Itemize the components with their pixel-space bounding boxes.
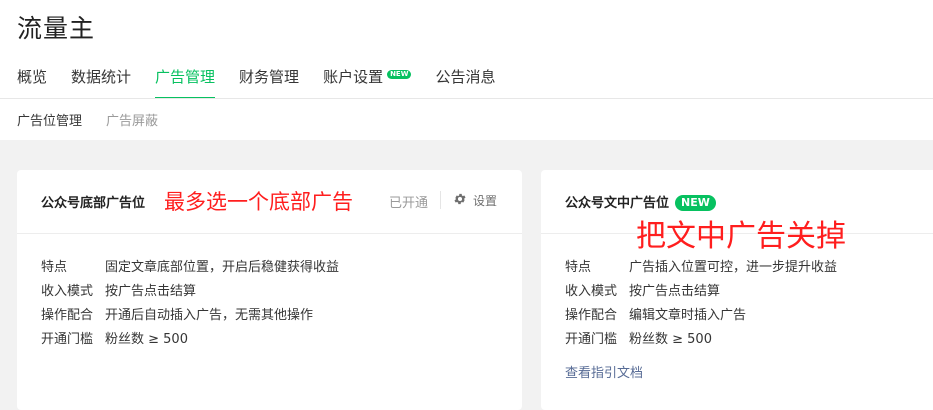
row-key: 开通门槛 — [565, 332, 618, 347]
card-inline-ad-slot: 公众号文中广告位 NEW 把文中广告关掉 特点 广告插入位置可控，进一步提升收益 收… — [541, 170, 933, 410]
annotation-text: 把文中广告关掉 — [636, 219, 846, 254]
row-value: 按广告点击结算 — [629, 284, 721, 299]
tab-ad-management[interactable]: 广告管理 — [155, 66, 216, 99]
subtab-ad-slots[interactable]: 广告位管理 — [17, 110, 82, 129]
guide-doc-link[interactable]: 查看指引文档 — [565, 362, 643, 381]
header-area: 流量主 概览 数据统计 广告管理 财务管理 账户设置 NEW 公告消息 广告位管理… — [0, 0, 933, 140]
tab-finance[interactable]: 财务管理 — [239, 66, 299, 99]
tab-label: 财务管理 — [239, 68, 300, 86]
list-item: 开通门槛 粉丝数 ≥ 500 — [41, 330, 339, 354]
row-value: 广告插入位置可控，进一步提升收益 — [629, 260, 838, 275]
row-key: 收入模式 — [565, 284, 618, 299]
row-key: 开通门槛 — [41, 332, 94, 347]
list-item: 收入模式 按广告点击结算 — [565, 282, 837, 306]
divider — [0, 98, 933, 99]
tab-data-stats[interactable]: 数据统计 — [71, 66, 131, 99]
row-value: 粉丝数 ≥ 500 — [105, 332, 188, 347]
list-item: 特点 固定文章底部位置，开启后稳健获得收益 — [41, 258, 339, 282]
main-nav: 概览 数据统计 广告管理 财务管理 账户设置 NEW 公告消息 — [17, 66, 519, 99]
new-badge: NEW — [387, 70, 412, 79]
settings-button[interactable]: 设置 — [453, 192, 497, 209]
card-title: 公众号底部广告位 — [41, 196, 146, 211]
row-value: 编辑文章时插入广告 — [629, 308, 747, 323]
tab-label: 公告消息 — [435, 68, 496, 86]
row-value: 固定文章底部位置，开启后稳健获得收益 — [105, 260, 340, 275]
tab-label: 数据统计 — [71, 68, 132, 86]
row-key: 收入模式 — [41, 284, 94, 299]
row-key: 特点 — [565, 260, 592, 275]
card-title: 公众号文中广告位 NEW — [565, 192, 716, 211]
list-item: 特点 广告插入位置可控，进一步提升收益 — [565, 258, 837, 282]
subtab-ad-block[interactable]: 广告屏蔽 — [106, 110, 158, 129]
annotation-text: 最多选一个底部广告 — [164, 190, 353, 214]
feature-list: 特点 广告插入位置可控，进一步提升收益 收入模式 按广告点击结算 操作配合 编辑文章时… — [565, 258, 837, 354]
settings-label: 设置 — [473, 194, 498, 208]
card-bottom-ad-slot: 公众号底部广告位 最多选一个底部广告 已开通 设置 特点 固定文章底部位置，开启后… — [17, 170, 522, 410]
page-title: 流量主 — [17, 14, 96, 43]
tab-overview[interactable]: 概览 — [17, 66, 47, 99]
row-value: 开通后自动插入广告，无需其他操作 — [105, 308, 314, 323]
new-badge: NEW — [675, 195, 716, 211]
tab-label: 账户设置 — [323, 68, 384, 86]
gear-icon — [453, 192, 473, 209]
status-label: 已开通 — [389, 196, 429, 211]
divider — [440, 191, 441, 209]
list-item: 操作配合 编辑文章时插入广告 — [565, 306, 837, 330]
row-key: 特点 — [41, 260, 68, 275]
row-key: 操作配合 — [41, 308, 94, 323]
feature-list: 特点 固定文章底部位置，开启后稳健获得收益 收入模式 按广告点击结算 操作配合 开通后… — [41, 258, 339, 354]
list-item: 开通门槛 粉丝数 ≥ 500 — [565, 330, 837, 354]
sub-nav: 广告位管理 广告屏蔽 — [17, 110, 182, 129]
card-header: 公众号底部广告位 最多选一个底部广告 已开通 设置 — [17, 170, 522, 234]
row-value: 按广告点击结算 — [105, 284, 197, 299]
tab-label: 概览 — [17, 68, 48, 86]
card-title-text: 公众号文中广告位 — [565, 196, 670, 211]
list-item: 操作配合 开通后自动插入广告，无需其他操作 — [41, 306, 339, 330]
tab-account-settings[interactable]: 账户设置 NEW — [323, 66, 412, 99]
row-key: 操作配合 — [565, 308, 618, 323]
list-item: 收入模式 按广告点击结算 — [41, 282, 339, 306]
tab-announcements[interactable]: 公告消息 — [435, 66, 495, 99]
row-value: 粉丝数 ≥ 500 — [629, 332, 712, 347]
tab-label: 广告管理 — [155, 68, 216, 86]
